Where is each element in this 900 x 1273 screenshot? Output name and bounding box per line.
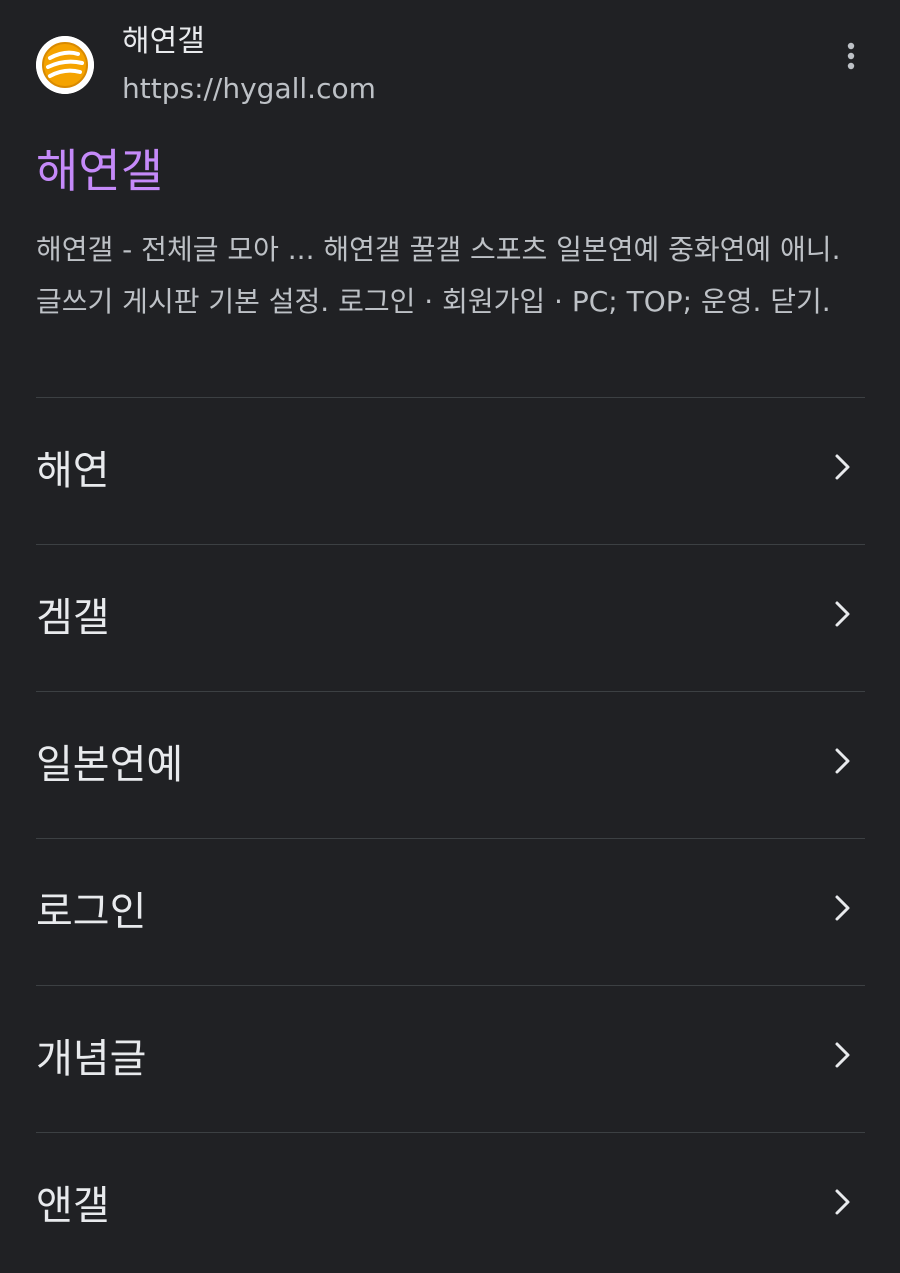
chevron-right-icon: [835, 454, 850, 480]
sitelink-japan-entertainment[interactable]: 일본연예: [36, 691, 865, 838]
sitelink-label: 개념글: [36, 1036, 147, 1082]
chevron-right-icon: [835, 895, 850, 921]
result-title-link[interactable]: 해연갤: [36, 140, 163, 202]
sitelink-label: 앤갤: [36, 1183, 110, 1229]
site-name: 해연갤: [122, 24, 205, 59]
search-result-card: 해연갤 https://hygall.com 해연갤 해연갤 - 전체글 모아 …: [0, 0, 900, 1273]
sitelink-ann-gallery[interactable]: 앤갤: [36, 1132, 865, 1273]
chevron-right-icon: [835, 1042, 850, 1068]
sitelink-best-posts[interactable]: 개념글: [36, 985, 865, 1132]
sitelink-haeyeon[interactable]: 해연: [36, 397, 865, 544]
more-options-button[interactable]: [836, 36, 866, 76]
sitelink-login[interactable]: 로그인: [36, 838, 865, 985]
chevron-right-icon: [835, 601, 850, 627]
sitelinks-list: 해연 겜갤 일본연예 로그인 개념글 앤갤: [36, 397, 865, 1273]
chevron-right-icon: [835, 748, 850, 774]
result-snippet: 해연갤 - 전체글 모아 ... 해연갤 꿀갤 스포츠 일본연예 중화연예 애니…: [36, 233, 841, 318]
sitelink-label: 일본연예: [36, 742, 184, 788]
sitelink-label: 겜갤: [36, 595, 110, 641]
sitelink-label: 로그인: [36, 889, 147, 935]
site-header[interactable]: 해연갤 https://hygall.com: [36, 22, 866, 112]
site-url: https://hygall.com: [122, 72, 376, 105]
sitelink-game-gallery[interactable]: 겜갤: [36, 544, 865, 691]
sitelink-label: 해연: [36, 448, 110, 494]
more-vert-icon: [847, 42, 855, 70]
hygall-logo-icon: [36, 36, 94, 94]
chevron-right-icon: [835, 1189, 850, 1215]
